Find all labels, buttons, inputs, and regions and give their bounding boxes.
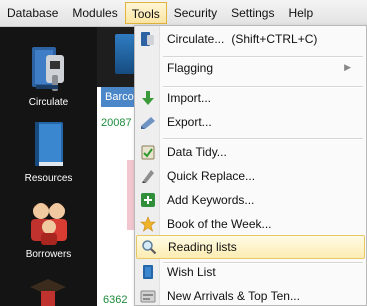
shortcut-label: (Shift+CTRL+C): [231, 32, 318, 46]
menu-modules[interactable]: Modules: [65, 2, 124, 24]
menu-item-label: New Arrivals & Top Ten...: [167, 289, 300, 303]
table-header[interactable]: Barco: [101, 87, 137, 107]
menu-item-flagging[interactable]: Flagging ▶: [136, 56, 365, 80]
sidebar-item-label: Borrowers: [25, 249, 72, 260]
menu-item-import[interactable]: Import...: [136, 86, 365, 110]
graduation-cap-icon[interactable]: [28, 277, 68, 306]
new-arrivals-icon: [136, 284, 160, 306]
export-icon: [136, 110, 160, 134]
wish-list-icon: [136, 260, 160, 284]
quick-replace-icon: [136, 164, 160, 188]
sidebar-item-borrowers[interactable]: Borrowers: [0, 197, 97, 260]
menu-item-label: Add Keywords...: [167, 193, 255, 207]
menu-item-label: Wish List: [167, 265, 216, 279]
sidebar-item-label: Circulate: [28, 97, 69, 108]
data-tidy-icon: [136, 140, 160, 164]
menu-item-label: Circulate...: [167, 32, 225, 46]
circulate-scanner-icon: [31, 47, 64, 91]
circulate-icon: [136, 27, 160, 51]
menu-item-label: Data Tidy...: [167, 145, 227, 159]
sidebar-item-resources[interactable]: Resources: [0, 119, 97, 184]
menu-settings[interactable]: Settings: [224, 2, 281, 24]
menu-item-label: Flagging: [167, 61, 214, 75]
book-icon: [115, 34, 135, 74]
menu-item-reading-lists[interactable]: Reading lists: [136, 235, 365, 259]
menu-item-label: Book of the Week...: [167, 217, 272, 231]
menu-item-label: Import...: [167, 91, 212, 105]
sidebar: Circulate Resources Borrowers: [0, 27, 97, 306]
menu-bar: Database Modules Tools Security Settings…: [0, 0, 367, 27]
menu-security[interactable]: Security: [167, 2, 224, 24]
star-icon: [136, 212, 160, 236]
menu-item-circulate[interactable]: Circulate... (Shift+CTRL+C): [136, 27, 365, 51]
menu-item-data-tidy[interactable]: Data Tidy...: [136, 140, 365, 164]
menu-item-label: Quick Replace...: [167, 169, 256, 183]
menu-item-label: Export...: [167, 115, 212, 129]
menu-item-new-arrivals[interactable]: New Arrivals & Top Ten...: [136, 284, 365, 306]
sidebar-item-circulate[interactable]: Circulate: [0, 41, 97, 108]
sidebar-item-label: Resources: [24, 173, 73, 184]
table-cell[interactable]: 20087: [101, 117, 135, 129]
menu-help[interactable]: Help: [281, 2, 320, 24]
tools-dropdown-menu: Circulate... (Shift+CTRL+C) Flagging ▶ I…: [134, 25, 367, 306]
add-keywords-icon: [136, 188, 160, 212]
menu-item-quick-replace[interactable]: Quick Replace...: [136, 164, 365, 188]
menu-item-book-of-the-week[interactable]: Book of the Week...: [136, 212, 365, 236]
menu-item-add-keywords[interactable]: Add Keywords...: [136, 188, 365, 212]
menu-tools[interactable]: Tools: [124, 2, 167, 24]
table-cell[interactable]: 6362: [103, 294, 127, 306]
import-arrow-icon: [136, 86, 160, 110]
menu-separator: [163, 138, 363, 140]
people-icon: [30, 203, 67, 245]
submenu-arrow-icon: ▶: [344, 62, 351, 72]
book-icon: [34, 122, 63, 166]
menu-item-wish-list[interactable]: Wish List: [136, 260, 365, 284]
magnifier-icon: [137, 235, 161, 259]
menu-item-label: Reading lists: [168, 240, 237, 254]
menu-database[interactable]: Database: [0, 2, 65, 24]
menu-item-export[interactable]: Export...: [136, 110, 365, 134]
